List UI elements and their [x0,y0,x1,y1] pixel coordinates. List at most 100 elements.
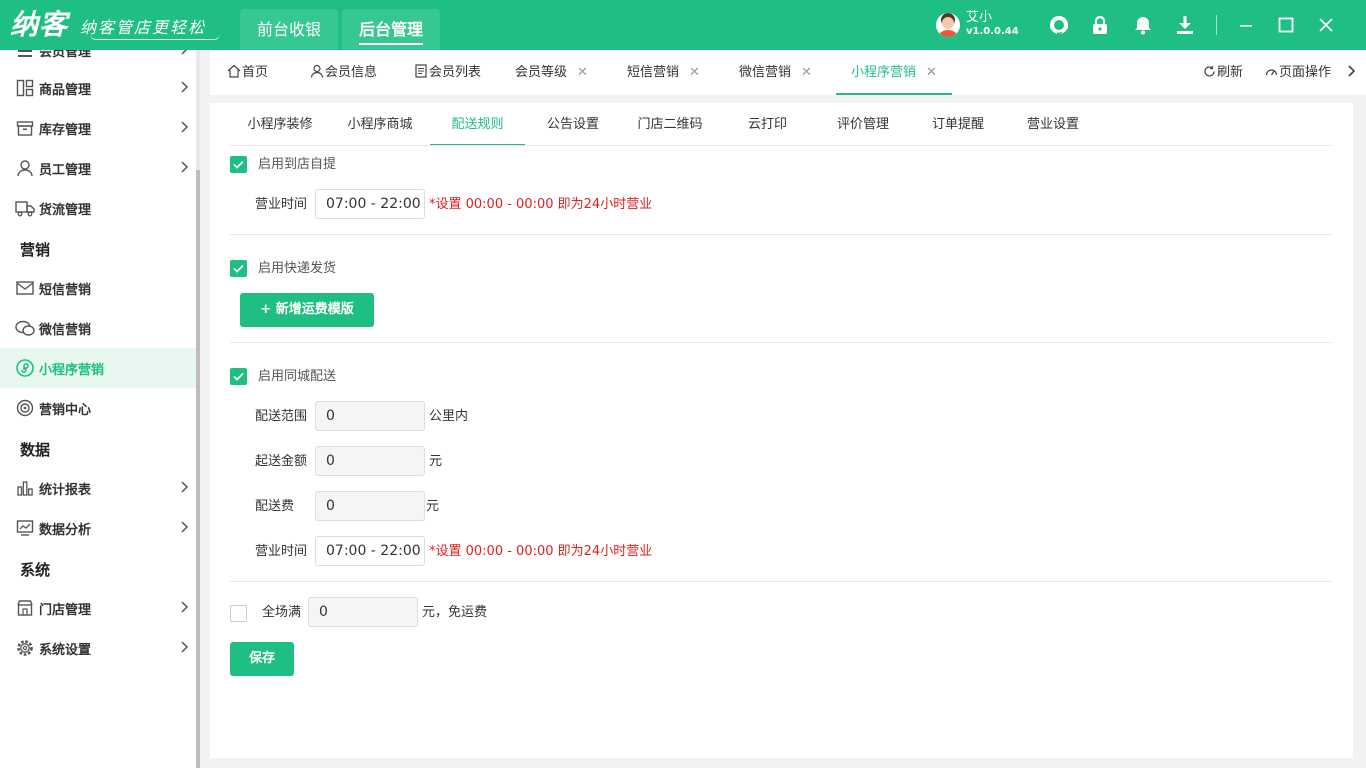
page-ops-icon [1265,52,1278,98]
truck-icon [15,198,35,218]
sidebar-item-wechat-marketing[interactable]: 微信营销 [0,308,196,348]
local-delivery-label: 启用同城配送 [258,369,337,384]
group-data: 数据 [20,441,51,459]
delivery-fee-input[interactable]: 0 [315,491,425,521]
miniprogram-icon [15,358,35,378]
subtab-delivery-rules[interactable]: 配送规则 [430,103,525,146]
sidebar-item-products[interactable]: 商品管理 [0,68,196,108]
free-shipping-label: 全场满 [262,605,302,620]
tab-miniprogram-marketing[interactable]: 小程序营销 ✕ [836,50,952,95]
page-operations-button[interactable]: 页面操作 [1265,50,1331,95]
sidebar-scrollbar-thumb[interactable] [196,170,200,768]
subtab-reviews[interactable]: 评价管理 [823,103,903,146]
sidebar-item-data-analysis[interactable]: 数据分析 [0,508,196,548]
free-shipping-checkbox[interactable] [230,605,247,622]
gear-icon [15,638,35,658]
list-doc-icon [414,52,428,98]
sidebar-item-label: 短信营销 [39,282,92,298]
sidebar-item-members[interactable]: 会员管理 [0,50,196,70]
express-checkbox[interactable] [230,260,247,277]
sidebar-item-marketing-center[interactable]: 营销中心 [0,388,196,428]
products-icon [15,78,35,98]
brand-name: 纳客 [10,8,69,41]
local-hours-hint: *设置 00:00 - 00:00 即为24小时营业 [429,544,653,559]
subtab-store-qrcode[interactable]: 门店二维码 [625,103,715,146]
chevron-right-icon [180,640,190,658]
delivery-range-input[interactable]: 0 [315,401,425,431]
close-tab-icon[interactable]: ✕ [801,65,812,80]
maximize-icon[interactable] [1275,14,1297,36]
tab-member-info[interactable]: 会员信息 [310,50,377,95]
close-tab-icon[interactable]: ✕ [926,65,937,80]
tab-member-list[interactable]: 会员列表 [414,50,481,95]
tab-backend-admin[interactable]: 后台管理 [342,9,441,50]
local-hours-label: 营业时间 [255,544,308,559]
delivery-range-label: 配送范围 [255,409,308,424]
delivery-fee-unit: 元 [426,499,440,514]
tabs-scroll-right-icon[interactable] [1347,50,1357,95]
free-shipping-suffix: 元，免运费 [422,605,488,620]
subtab-announcements[interactable]: 公告设置 [533,103,613,146]
wechat-icon [15,318,35,338]
group-system: 系统 [20,561,51,579]
avatar [936,13,960,37]
sidebar-item-label: 门店管理 [39,602,92,618]
tab-sms-marketing[interactable]: 短信营销 ✕ [627,50,700,95]
local-hours-input[interactable]: 07:00 - 22:00 [315,536,425,566]
subtab-business-settings[interactable]: 营业设置 [1013,103,1093,146]
subtab-cloud-print[interactable]: 云打印 [735,103,800,146]
sidebar-item-system-settings[interactable]: 系统设置 [0,628,196,668]
sidebar-item-staff[interactable]: 员工管理 [0,148,196,188]
sidebar-item-label: 会员管理 [39,50,92,60]
subtab-order-alerts[interactable]: 订单提醒 [918,103,998,146]
min-amount-label: 起送金额 [255,454,308,469]
sidebar-item-inventory[interactable]: 库存管理 [0,108,196,148]
title-bar: 纳客 纳客管店更轻松 前台收银 后台管理 艾小 v1.0.0.44 [0,0,1366,50]
save-button[interactable]: 保存 [230,642,294,676]
local-delivery-checkbox[interactable] [230,368,247,385]
sidebar-item-sms-marketing[interactable]: 短信营销 [0,268,196,308]
delivery-range-unit: 公里内 [429,409,469,424]
express-label: 启用快递发货 [258,261,337,276]
min-amount-input[interactable]: 0 [315,446,425,476]
chevron-right-icon [180,120,190,138]
download-icon[interactable] [1174,14,1196,36]
add-shipping-template-button[interactable]: + 新增运费模版 [240,293,374,327]
pickup-hours-input[interactable]: 07:00 - 22:00 [315,189,425,219]
subtab-miniprogram-mall[interactable]: 小程序商城 [335,103,425,146]
lock-icon[interactable] [1089,14,1111,36]
sidebar-item-label: 库存管理 [39,122,92,138]
tab-wechat-marketing[interactable]: 微信营销 ✕ [739,50,812,95]
app-version: v1.0.0.44 [966,26,1019,37]
content-panel: 小程序装修 小程序商城 配送规则 公告设置 门店二维码 云打印 评价管理 订单提… [210,103,1353,758]
sidebar-item-label: 统计报表 [39,482,92,498]
headset-icon[interactable] [1048,14,1070,36]
close-tab-icon[interactable]: ✕ [689,65,700,80]
subtab-miniprogram-decor[interactable]: 小程序装修 [235,103,325,146]
sidebar-item-label: 货流管理 [39,202,92,218]
sidebar-item-logistics[interactable]: 货流管理 [0,188,196,228]
section-divider [230,234,1333,235]
close-tab-icon[interactable]: ✕ [577,65,588,80]
pickup-hours-hint: *设置 00:00 - 00:00 即为24小时营业 [429,197,653,212]
tab-member-level[interactable]: 会员等级 ✕ [515,50,588,95]
minimize-icon[interactable] [1235,14,1257,36]
store-icon [15,598,35,618]
sidebar-item-reports[interactable]: 统计报表 [0,468,196,508]
chevron-right-icon [180,50,190,60]
free-shipping-input[interactable]: 0 [308,597,418,627]
pickup-checkbox[interactable] [230,156,247,173]
sidebar-item-label: 商品管理 [39,82,92,98]
sidebar-item-miniprogram-marketing[interactable]: 小程序营销 [0,348,196,388]
refresh-button[interactable]: 刷新 [1203,50,1243,95]
sidebar-item-label: 微信营销 [39,322,92,338]
delivery-fee-label: 配送费 [255,499,295,514]
bell-icon[interactable] [1132,14,1154,36]
tab-front-cashier[interactable]: 前台收银 [240,9,339,50]
user-name: 艾小 [966,10,993,25]
tab-home[interactable]: 首页 [227,50,268,95]
chevron-right-icon [180,600,190,618]
user-menu[interactable]: 艾小 v1.0.0.44 [936,11,1019,39]
close-icon[interactable] [1315,14,1337,36]
sidebar-item-store-management[interactable]: 门店管理 [0,588,196,628]
